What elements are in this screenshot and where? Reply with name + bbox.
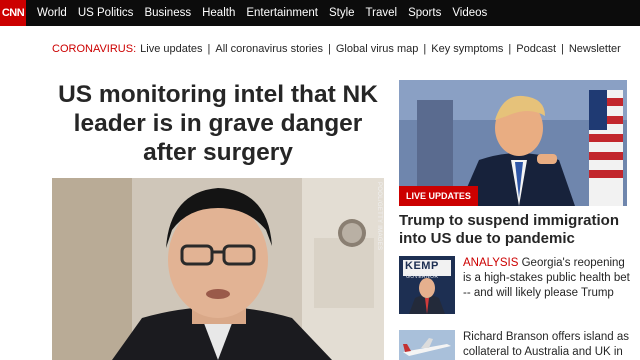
nav-item-travel[interactable]: Travel xyxy=(366,7,398,19)
subnav-link-key-symptoms[interactable]: Key symptoms xyxy=(431,43,503,55)
nav-item-us-politics[interactable]: US Politics xyxy=(78,7,134,19)
subnav-label: CORONAVIRUS: xyxy=(52,43,137,55)
subnav-link-podcast[interactable]: Podcast xyxy=(516,43,556,55)
story-thumbnail[interactable] xyxy=(399,330,455,360)
story-headline: Richard Branson offers island as collate… xyxy=(463,331,629,358)
subnav-divider: | xyxy=(508,43,512,55)
airplane-thumbnail-illustration xyxy=(399,330,455,360)
live-updates-badge: LIVE UPDATES xyxy=(399,186,478,206)
nav-item-business[interactable]: Business xyxy=(144,7,191,19)
subnav-divider: | xyxy=(327,43,331,55)
nav-item-style[interactable]: Style xyxy=(329,7,355,19)
main-headline[interactable]: US monitoring intel that NK leader is in… xyxy=(52,80,384,167)
nav-item-videos[interactable]: Videos xyxy=(452,7,487,19)
subnav-divider: | xyxy=(423,43,427,55)
cnn-logo[interactable]: CNN xyxy=(0,0,26,26)
subnav-link-all-stories[interactable]: All coronavirus stories xyxy=(215,43,323,55)
nav-item-health[interactable]: Health xyxy=(202,7,235,19)
analysis-tag: ANALYSIS xyxy=(463,257,519,269)
story-item-branson[interactable]: Richard Branson offers island as collate… xyxy=(399,330,635,360)
photo-credit: POOL/GETTY IMAGES xyxy=(376,182,382,251)
thumbnail-sign-subtext: GOVERNOR xyxy=(406,274,439,280)
nav-items: World US Politics Business Health Entert… xyxy=(37,0,498,26)
story-text[interactable]: ANALYSIS Georgia's reopening is a high-s… xyxy=(463,256,635,301)
nav-item-world[interactable]: World xyxy=(37,7,67,19)
story-text[interactable]: Richard Branson offers island as collate… xyxy=(463,330,635,360)
side-story-photo[interactable]: LIVE UPDATES xyxy=(399,80,627,206)
subnav-link-newsletter[interactable]: Newsletter xyxy=(569,43,621,55)
nav-item-entertainment[interactable]: Entertainment xyxy=(246,7,318,19)
top-navigation: CNN World US Politics Business Health En… xyxy=(0,0,640,26)
coronavirus-subnav: CORONAVIRUS: Live updates | All coronavi… xyxy=(0,26,640,74)
thumbnail-sign-text: KEMP xyxy=(405,260,439,272)
side-story-headline[interactable]: Trump to suspend immigration into US due… xyxy=(399,212,635,248)
subnav-divider: | xyxy=(207,43,211,55)
subnav-link-virus-map[interactable]: Global virus map xyxy=(336,43,419,55)
subnav-link-live-updates[interactable]: Live updates xyxy=(140,43,202,55)
story-thumbnail[interactable]: KEMP GOVERNOR xyxy=(399,256,455,314)
subnav-divider: | xyxy=(561,43,564,55)
nav-item-sports[interactable]: Sports xyxy=(408,7,441,19)
main-story-photo[interactable]: POOL/GETTY IMAGES xyxy=(52,178,384,360)
portrait-illustration xyxy=(52,178,384,360)
story-item-analysis[interactable]: KEMP GOVERNOR ANALYSIS Georgia's reopeni… xyxy=(399,256,635,318)
